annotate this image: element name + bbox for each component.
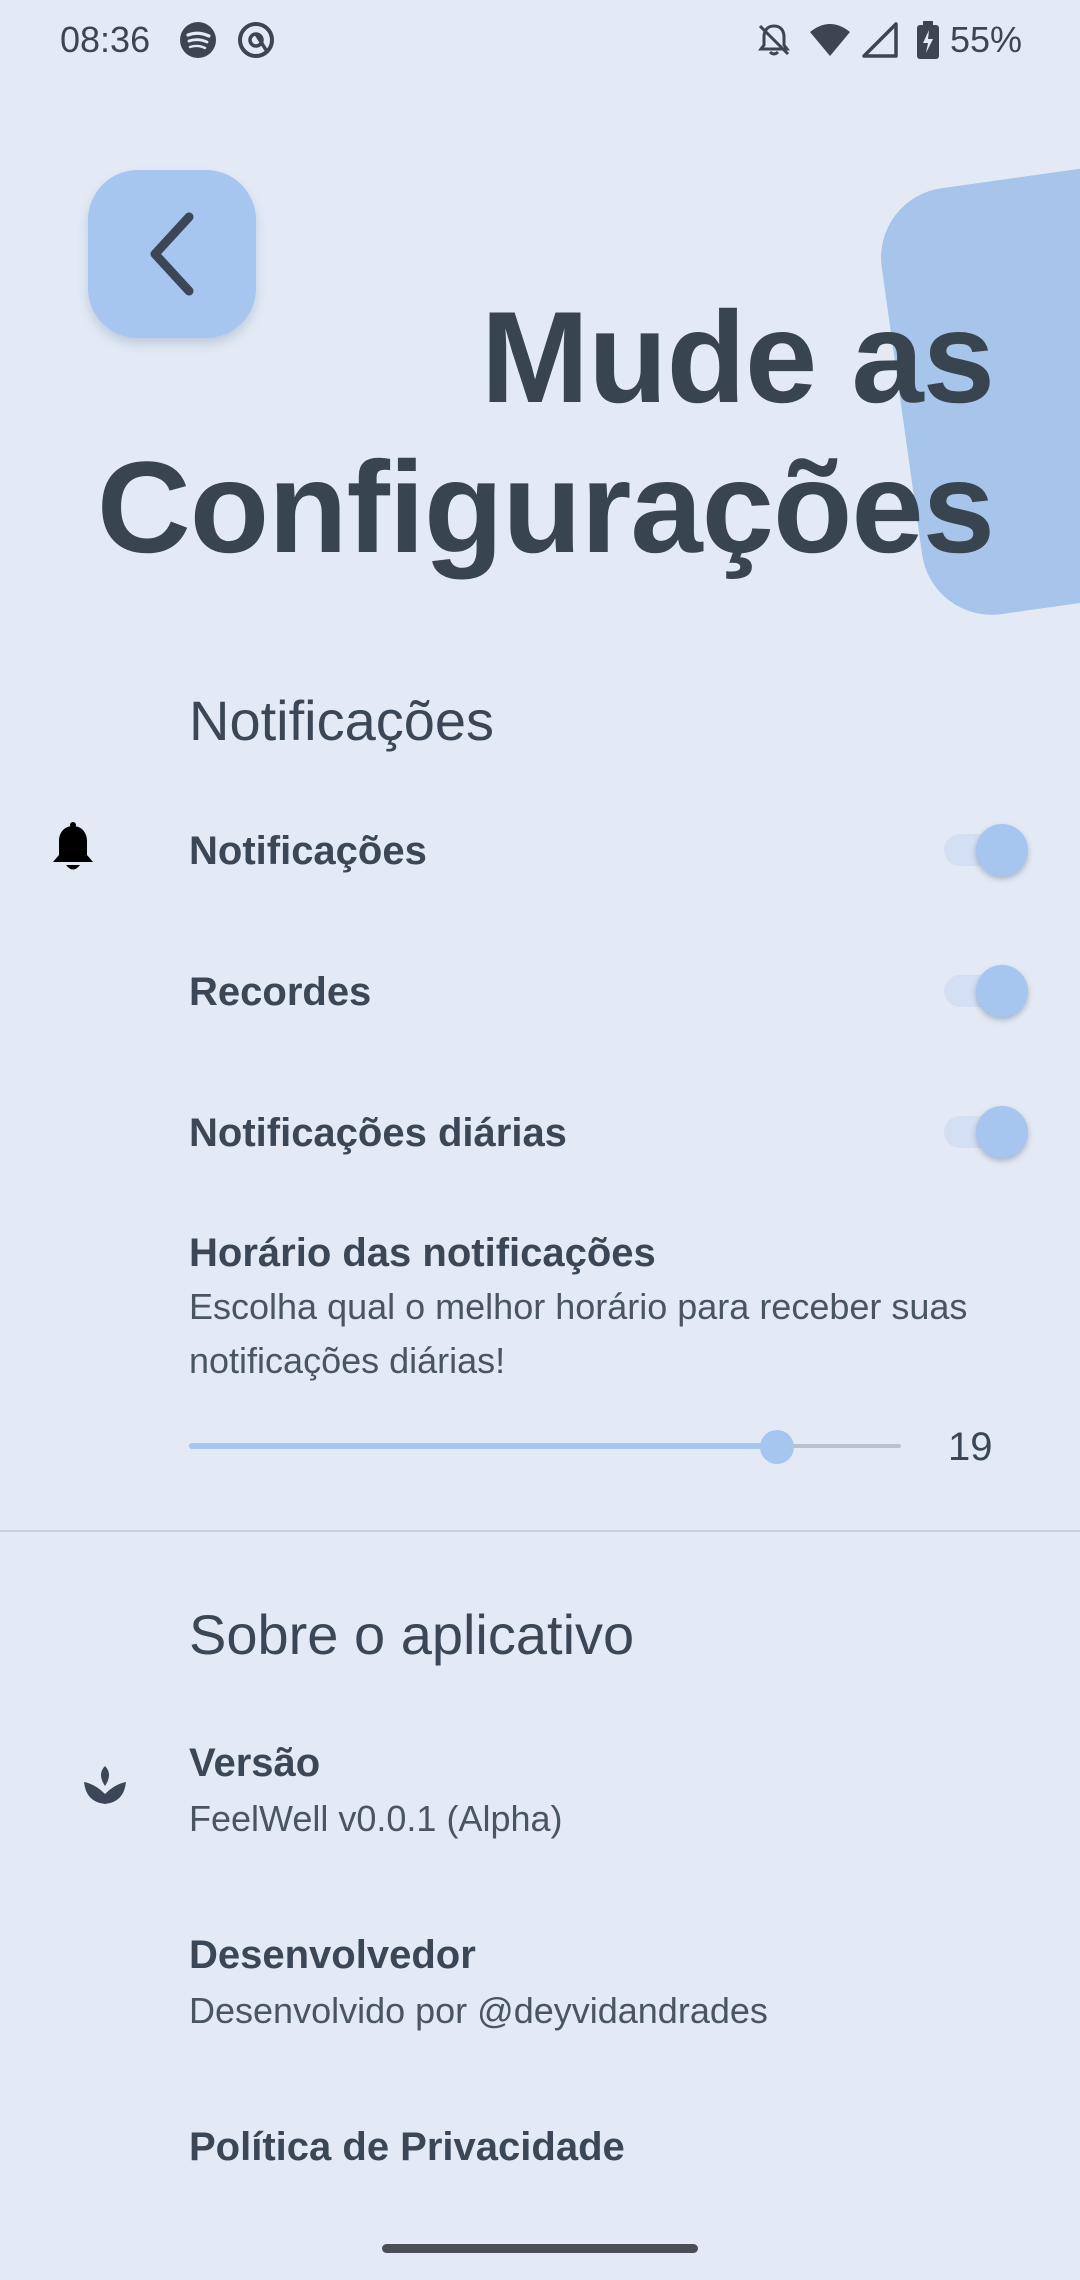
status-time: 08:36 — [60, 19, 151, 60]
bell-icon — [53, 822, 93, 870]
spotify-icon — [180, 22, 216, 58]
bell-off-icon — [758, 24, 790, 56]
slider-value: 19 — [948, 1425, 993, 1469]
page-title-line1: Mude as — [480, 284, 995, 430]
privacy-policy-link[interactable]: Política de Privacidade — [189, 2122, 625, 2172]
navigation-handle[interactable] — [382, 2244, 698, 2253]
battery-icon — [917, 21, 939, 59]
spa-icon — [84, 1766, 126, 1804]
wifi-icon — [810, 24, 850, 56]
toggle-thumb — [976, 965, 1028, 1017]
version-label: Versão — [189, 1741, 321, 1785]
notification-time-description: Escolha qual o melhor horário para receb… — [189, 1286, 968, 1381]
page-title: Mude as Configurações — [94, 282, 995, 582]
daily-notifications-label: Notificações diárias — [189, 1111, 567, 1155]
developer-label: Desenvolvedor — [189, 1933, 476, 1977]
toggle-thumb — [976, 824, 1028, 876]
section-title-notifications: Notificações — [189, 689, 495, 752]
records-toggle[interactable] — [944, 965, 1030, 1017]
version-value: FeelWell v0.0.1 (Alpha) — [189, 1798, 563, 1839]
records-label: Recordes — [189, 970, 372, 1014]
notifications-toggle[interactable] — [944, 824, 1030, 876]
section-divider — [0, 1530, 1080, 1532]
notifications-label: Notificações — [189, 829, 427, 873]
battery-percentage: 55% — [950, 19, 1023, 60]
toggle-thumb — [976, 1106, 1028, 1158]
notification-time-slider[interactable] — [189, 1422, 901, 1472]
slider-thumb[interactable] — [760, 1430, 795, 1464]
section-title-about: Sobre o aplicativo — [189, 1603, 635, 1666]
developer-value: Desenvolvido por @deyvidandrades — [189, 1990, 768, 2031]
signal-icon — [862, 22, 898, 58]
slider-track-active — [189, 1443, 778, 1449]
daily-notifications-toggle[interactable] — [944, 1106, 1030, 1158]
page-title-line2: Configurações — [96, 434, 995, 580]
app-icon — [238, 22, 274, 58]
notification-time-label: Horário das notificações — [189, 1231, 656, 1275]
